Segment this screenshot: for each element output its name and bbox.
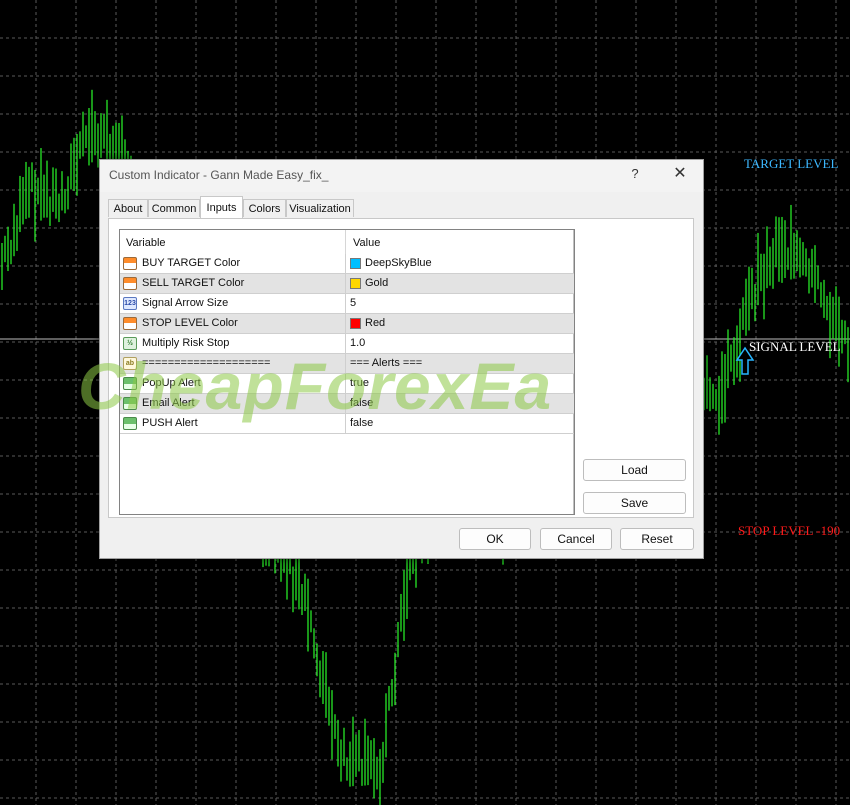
value-cell[interactable]: true	[346, 374, 574, 394]
load-button[interactable]: Load	[583, 459, 686, 481]
variable-cell[interactable]: SELL TARGET Color	[120, 274, 346, 294]
color-swatch	[350, 318, 361, 329]
value-cell[interactable]: === Alerts ===	[346, 354, 574, 374]
tab-inputs[interactable]: Inputs	[200, 196, 243, 218]
grid-header: Variable Value	[120, 230, 574, 254]
color-icon	[123, 317, 137, 330]
input-row[interactable]: STOP LEVEL Color Red	[120, 314, 574, 334]
tab-visualization[interactable]: Visualization	[286, 199, 354, 217]
variable-name: PUSH Alert	[142, 417, 198, 429]
inputs-panel: Variable Value BUY TARGET Color DeepSkyBl…	[108, 218, 694, 518]
input-row[interactable]: BUY TARGET Color DeepSkyBlue	[120, 254, 574, 274]
boolean-icon	[123, 397, 137, 410]
variable-name: Multiply Risk Stop	[142, 337, 230, 349]
double-icon: ½	[123, 337, 137, 350]
input-row[interactable]: 123 Signal Arrow Size 5	[120, 294, 574, 314]
variable-name: STOP LEVEL Color	[142, 317, 238, 329]
input-row[interactable]: PUSH Alert false	[120, 414, 574, 434]
variable-value: 5	[350, 297, 357, 309]
value-cell[interactable]: false	[346, 414, 574, 434]
boolean-icon	[123, 377, 137, 390]
help-icon[interactable]: ?	[628, 166, 642, 181]
variable-cell[interactable]: ab ====================	[120, 354, 346, 374]
value-cell[interactable]: 1.0	[346, 334, 574, 354]
variable-value: true	[350, 377, 369, 389]
variable-name: Email Alert	[142, 397, 195, 409]
value-cell[interactable]: Gold	[346, 274, 574, 294]
input-row[interactable]: Email Alert false	[120, 394, 574, 414]
column-header-value[interactable]: Value	[353, 237, 380, 249]
variable-cell[interactable]: ½ Multiply Risk Stop	[120, 334, 346, 354]
inputs-grid: Variable Value BUY TARGET Color DeepSkyBl…	[119, 229, 575, 515]
custom-indicator-dialog: Custom Indicator - Gann Made Easy_fix_ ?…	[99, 159, 704, 559]
input-row[interactable]: ½ Multiply Risk Stop 1.0	[120, 334, 574, 354]
variable-name: Signal Arrow Size	[142, 297, 229, 309]
color-swatch	[350, 278, 361, 289]
integer-icon: 123	[123, 297, 137, 310]
stop-level-label: STOP LEVEL -190	[738, 523, 841, 538]
target-level-label: TARGET LEVEL	[744, 156, 839, 171]
tab-common[interactable]: Common	[148, 199, 200, 217]
variable-cell[interactable]: PopUp Alert	[120, 374, 346, 394]
input-row[interactable]: ab ==================== === Alerts ===	[120, 354, 574, 374]
value-cell[interactable]: 5	[346, 294, 574, 314]
string-icon: ab	[123, 357, 137, 370]
variable-cell[interactable]: PUSH Alert	[120, 414, 346, 434]
variable-name: PopUp Alert	[142, 377, 201, 389]
color-icon	[123, 257, 137, 270]
variable-name: SELL TARGET Color	[142, 277, 245, 289]
variable-value: Gold	[365, 277, 389, 289]
variable-cell[interactable]: Email Alert	[120, 394, 346, 414]
variable-value: === Alerts ===	[350, 357, 423, 369]
variable-value: Red	[365, 317, 386, 329]
variable-cell[interactable]: BUY TARGET Color	[120, 254, 346, 274]
variable-value: false	[350, 417, 374, 429]
variable-cell[interactable]: 123 Signal Arrow Size	[120, 294, 346, 314]
dialog-titlebar[interactable]: Custom Indicator - Gann Made Easy_fix_ ?…	[100, 160, 703, 192]
tab-colors[interactable]: Colors	[243, 199, 286, 217]
boolean-icon	[123, 417, 137, 430]
close-icon[interactable]: ✕	[669, 163, 691, 185]
color-icon	[123, 277, 137, 290]
cancel-button[interactable]: Cancel	[540, 528, 612, 550]
signal-level-label: SIGNAL LEVEL	[749, 339, 841, 354]
variable-name: BUY TARGET Color	[142, 257, 241, 269]
dialog-title: Custom Indicator - Gann Made Easy_fix_	[109, 168, 329, 182]
variable-value: false	[350, 397, 374, 409]
column-header-variable[interactable]: Variable	[126, 237, 166, 249]
reset-button[interactable]: Reset	[620, 528, 694, 550]
value-cell[interactable]: Red	[346, 314, 574, 334]
value-cell[interactable]: DeepSkyBlue	[346, 254, 574, 274]
tab-about[interactable]: About	[108, 199, 148, 217]
column-divider[interactable]	[345, 230, 346, 254]
variable-value: DeepSkyBlue	[365, 257, 432, 269]
variable-cell[interactable]: STOP LEVEL Color	[120, 314, 346, 334]
ok-button[interactable]: OK	[459, 528, 531, 550]
variable-name: ====================	[142, 357, 271, 369]
variable-value: 1.0	[350, 337, 366, 349]
save-button[interactable]: Save	[583, 492, 686, 514]
input-row[interactable]: SELL TARGET Color Gold	[120, 274, 574, 294]
input-row[interactable]: PopUp Alert true	[120, 374, 574, 394]
color-swatch	[350, 258, 361, 269]
value-cell[interactable]: false	[346, 394, 574, 414]
